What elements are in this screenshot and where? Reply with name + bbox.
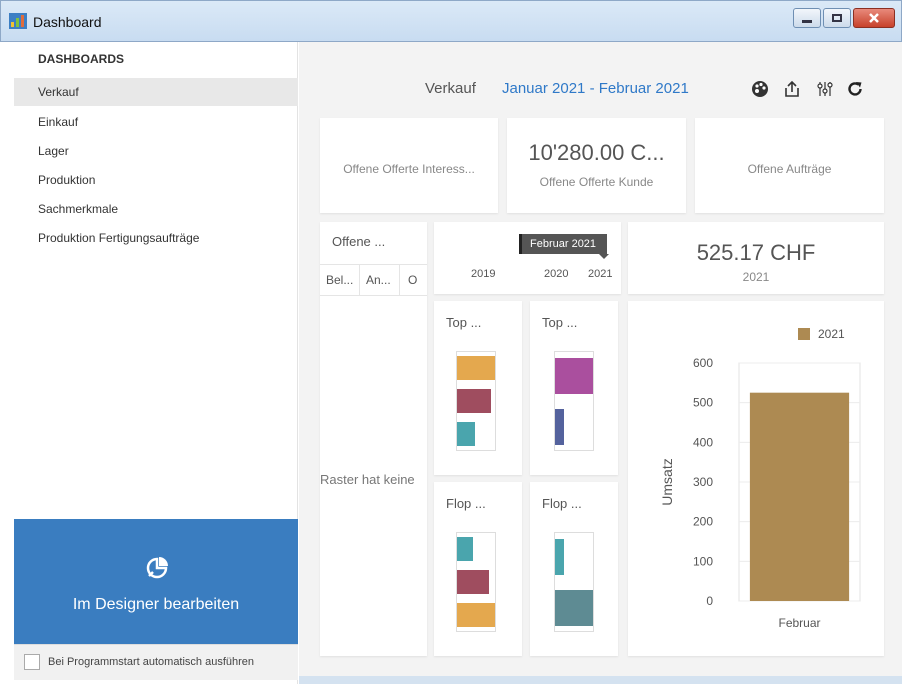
close-button[interactable] xyxy=(853,8,895,28)
card-label: Offene Offerte Interess... xyxy=(343,162,475,176)
y-axis-label: Umsatz xyxy=(659,458,675,505)
timeline-year[interactable]: 2019 xyxy=(471,268,495,280)
filter-settings-button[interactable] xyxy=(814,78,836,100)
y-tick-label: 600 xyxy=(693,356,713,370)
chart-bar[interactable] xyxy=(749,392,850,601)
card-offene-offerte-kunde[interactable]: 10'280.00 C... Offene Offerte Kunde xyxy=(507,118,686,213)
card-label: Offene Aufträge xyxy=(747,162,832,176)
sidebar-item-lager[interactable]: Lager xyxy=(14,137,298,165)
grid-header-row: Bel... An... O xyxy=(320,264,427,296)
sidebar-item-einkauf[interactable]: Einkauf xyxy=(14,108,298,136)
chart-bar[interactable] xyxy=(457,389,491,413)
minimize-icon xyxy=(802,19,812,23)
card-top-2[interactable]: Top ... xyxy=(530,301,618,475)
card-offene-grid[interactable]: Offene ... Bel... An... O Raster hat kei… xyxy=(320,222,427,656)
mini-chart-frame xyxy=(554,532,594,632)
minimize-button[interactable] xyxy=(793,8,821,28)
chart-bar[interactable] xyxy=(457,570,489,594)
window-title: Dashboard xyxy=(33,14,102,30)
y-tick-label: 300 xyxy=(693,475,713,489)
designer-button[interactable]: Im Designer bearbeiten xyxy=(14,519,298,644)
y-tick-label: 200 xyxy=(693,515,713,529)
timeline-year[interactable]: 2020 xyxy=(544,268,568,280)
y-tick-label: 0 xyxy=(706,594,713,608)
timeline-year[interactable]: 2021 xyxy=(588,268,612,280)
chart-bar[interactable] xyxy=(555,590,593,626)
sidebar-header: DASHBOARDS xyxy=(38,52,125,66)
bottom-strip xyxy=(299,676,902,684)
chart-bar[interactable] xyxy=(457,603,495,627)
filter-settings-icon xyxy=(817,82,833,96)
card-title: Top ... xyxy=(446,315,482,330)
umsatz-bar-chart: 0 100 200 300 400 500 600 Februar Umsatz 2021 xyxy=(659,327,861,630)
chart-bar[interactable] xyxy=(555,358,593,394)
date-range-link[interactable]: Januar 2021 - Februar 2021 xyxy=(502,80,689,97)
maximize-button[interactable] xyxy=(823,8,851,28)
close-icon xyxy=(869,13,879,23)
card-flop-1[interactable]: Flop ... xyxy=(434,482,522,656)
window-titlebar: Dashboard xyxy=(0,0,902,42)
dashboard-name: Verkauf xyxy=(425,80,476,97)
tooltip-arrow xyxy=(599,254,609,259)
dashboard-sidebar: DASHBOARDS Verkauf Einkauf Lager Produkt… xyxy=(0,42,298,684)
chart-pie-edit-icon xyxy=(146,557,168,579)
palette-icon xyxy=(752,81,768,97)
x-tick-label: Februar xyxy=(778,616,820,630)
card-flop-2[interactable]: Flop ... xyxy=(530,482,618,656)
card-offene-offerte-interessenten[interactable]: Offene Offerte Interess... xyxy=(320,118,498,213)
grid-column-header[interactable]: Bel... xyxy=(320,265,360,295)
card-title: Top ... xyxy=(542,315,578,330)
refresh-button[interactable] xyxy=(844,78,866,100)
export-button[interactable] xyxy=(781,78,803,100)
grid-column-header[interactable]: An... xyxy=(360,265,400,295)
card-timeline-filter[interactable]: Februar 2021 2019 2020 2021 xyxy=(434,222,621,294)
mini-chart-frame xyxy=(456,532,496,632)
autostart-label: Bei Programmstart automatisch ausführen xyxy=(48,656,255,668)
sidebar-item-produktion-fertigungsauftraege[interactable]: Produktion Fertigungsaufträge xyxy=(14,224,298,252)
kpi-value: 525.17 CHF xyxy=(696,240,816,265)
maximize-icon xyxy=(832,14,842,22)
mini-chart-frame xyxy=(554,351,594,451)
designer-button-label: Im Designer bearbeiten xyxy=(72,596,240,613)
legend-label: 2021 xyxy=(818,327,845,341)
sidebar-item-verkauf[interactable]: Verkauf xyxy=(14,78,298,106)
chart-bar[interactable] xyxy=(555,539,564,575)
legend-swatch xyxy=(798,328,810,340)
card-title: Flop ... xyxy=(446,496,486,511)
autostart-row: Bei Programmstart automatisch ausführen xyxy=(14,644,298,680)
grid-column-header[interactable]: O xyxy=(400,265,427,295)
palette-button[interactable] xyxy=(749,78,771,100)
grid-title: Offene ... xyxy=(332,234,386,249)
kpi-label: 2021 xyxy=(742,270,770,284)
timeline-tooltip: Februar 2021 xyxy=(519,234,607,254)
card-umsatz-2021[interactable]: 525.17 CHF 2021 xyxy=(628,222,884,294)
chart-bar[interactable] xyxy=(457,422,475,446)
kpi-value: 10'280.00 C... xyxy=(528,140,665,165)
card-offene-auftraege[interactable]: Offene Aufträge xyxy=(695,118,884,213)
y-tick-label: 100 xyxy=(693,554,713,568)
card-top-1[interactable]: Top ... xyxy=(434,301,522,475)
kpi-label: Offene Offerte Kunde xyxy=(539,175,654,189)
autostart-checkbox[interactable] xyxy=(24,654,40,670)
export-icon xyxy=(785,80,799,97)
sidebar-item-sachmerkmale[interactable]: Sachmerkmale xyxy=(14,195,298,223)
y-tick-label: 400 xyxy=(693,435,713,449)
dashboard-main: Verkauf Januar 2021 - Februar 2021 Offen… xyxy=(299,42,902,684)
chart-bar[interactable] xyxy=(457,537,473,561)
card-title: Flop ... xyxy=(542,496,582,511)
y-tick-label: 500 xyxy=(693,396,713,410)
card-umsatz-chart[interactable]: 0 100 200 300 400 500 600 Februar Umsatz 2021 xyxy=(628,301,884,656)
chart-bar[interactable] xyxy=(457,356,495,380)
mini-chart-frame xyxy=(456,351,496,451)
sidebar-item-produktion[interactable]: Produktion xyxy=(14,166,298,194)
chart-bar[interactable] xyxy=(555,409,564,445)
refresh-icon xyxy=(848,82,862,96)
grid-empty-message: Raster hat keine xyxy=(320,472,415,487)
dashboard-app-icon xyxy=(9,13,27,29)
